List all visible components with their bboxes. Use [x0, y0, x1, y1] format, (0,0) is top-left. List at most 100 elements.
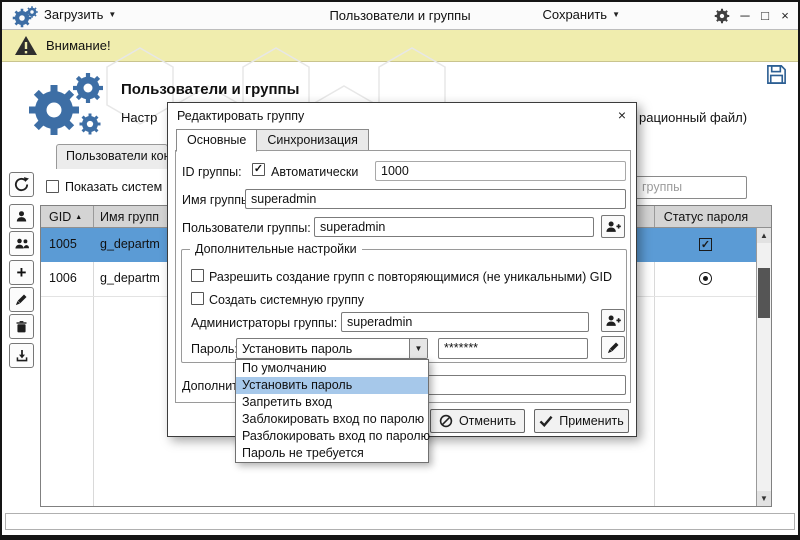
page-title: Пользователи и группы: [121, 81, 299, 98]
search-group-placeholder-fragment: группы: [642, 180, 682, 194]
dropdown-item[interactable]: Пароль не требуется: [236, 445, 428, 462]
import-button[interactable]: [9, 343, 34, 368]
import-download-icon: [14, 348, 30, 364]
password-input[interactable]: *******: [438, 338, 588, 359]
minimize-button[interactable]: ─: [736, 8, 754, 23]
dropdown-item-selected[interactable]: Установить пароль: [236, 377, 428, 394]
pencil-icon: [606, 340, 621, 355]
check-icon: ✓: [701, 238, 710, 251]
tab-general[interactable]: Основные: [176, 129, 257, 152]
column-header-password-status[interactable]: Статус пароля: [655, 210, 757, 224]
group-admins-input[interactable]: superadmin: [341, 312, 589, 332]
show-system-label: Показать систем: [65, 180, 162, 194]
tab-users-config[interactable]: Пользователи кон: [56, 144, 168, 169]
password-label: Пароль:: [191, 342, 238, 356]
password-mode-value: Установить пароль: [242, 342, 352, 356]
warning-label: Внимание!: [46, 38, 111, 53]
tab-general-label: Основные: [187, 133, 246, 147]
show-system-checkbox[interactable]: [46, 180, 59, 193]
trash-icon: [14, 319, 29, 335]
group-users-input[interactable]: superadmin: [314, 217, 594, 237]
add-users-button[interactable]: [601, 215, 625, 238]
app-window: Загрузить ▼ Пользователи и группы Сохран…: [0, 0, 800, 540]
group-users-icon: [13, 236, 31, 251]
groups-button[interactable]: [9, 231, 34, 256]
allow-duplicate-gid-checkbox[interactable]: [191, 269, 204, 282]
cancel-button-label: Отменить: [459, 414, 516, 428]
scrollbar-thumb[interactable]: [758, 268, 770, 318]
refresh-button[interactable]: [9, 172, 34, 197]
title-bar: Загрузить ▼ Пользователи и группы Сохран…: [2, 2, 798, 30]
column-header-gid[interactable]: GID ▲: [49, 210, 82, 224]
tab-sync[interactable]: Синхронизация: [256, 129, 369, 151]
cell-group-name: g_departm: [100, 271, 160, 285]
edit-password-button[interactable]: [601, 336, 625, 359]
cell-group-name: g_departm: [100, 237, 160, 251]
save-file-icon[interactable]: [765, 63, 788, 86]
group-name-label: Имя группы:: [182, 193, 253, 207]
additional-label-fragment: Дополнит: [182, 379, 238, 393]
page-subtitle-fragment-right: рационный файл): [639, 110, 747, 125]
user-button[interactable]: [9, 204, 34, 229]
dropdown-item[interactable]: По умолчанию: [236, 360, 428, 377]
dialog-tabs: Основные Синхронизация: [176, 129, 368, 152]
user-icon: [14, 209, 29, 224]
settings-gear-icon[interactable]: [714, 8, 730, 24]
cell-gid: 1005: [49, 237, 77, 251]
save-menu-label: Сохранить: [542, 7, 607, 22]
dialog-title-bar: Редактировать группу ×: [168, 103, 636, 129]
maximize-button[interactable]: □: [756, 8, 774, 23]
scroll-up-arrow[interactable]: ▲: [757, 228, 771, 243]
group-name-input[interactable]: superadmin: [245, 189, 626, 209]
apply-button-label: Применить: [559, 414, 624, 428]
page-subtitle-fragment-left: Настр: [121, 110, 157, 125]
password-mode-dropdown: По умолчанию Установить пароль Запретить…: [235, 359, 429, 463]
sort-ascending-icon: ▲: [75, 214, 82, 221]
auto-id-checkbox[interactable]: ✓: [252, 163, 265, 176]
dialog-title: Редактировать группу: [177, 109, 304, 123]
create-system-group-label: Создать системную группу: [209, 293, 364, 307]
cell-gid: 1006: [49, 271, 77, 285]
window-title: Пользователи и группы: [2, 8, 798, 23]
user-add-icon: [604, 313, 622, 328]
scroll-down-arrow[interactable]: ▼: [757, 491, 771, 506]
pencil-icon: [14, 292, 29, 307]
status-bar: [5, 513, 795, 530]
group-id-label: ID группы:: [182, 165, 242, 179]
save-menu-button[interactable]: Сохранить ▼: [542, 7, 620, 22]
dropdown-item[interactable]: Запретить вход: [236, 394, 428, 411]
group-admins-label: Администраторы группы:: [191, 316, 337, 330]
auto-id-label: Автоматически: [271, 165, 358, 179]
delete-group-button[interactable]: [9, 314, 34, 339]
refresh-icon: [13, 176, 30, 193]
scroll-down-icon: ▼: [760, 494, 768, 503]
additional-settings-title: Дополнительные настройки: [190, 242, 362, 256]
apply-button[interactable]: Применить: [534, 409, 629, 433]
add-group-button[interactable]: +: [9, 260, 34, 285]
column-header-password-status-label: Статус пароля: [664, 210, 748, 224]
password-mode-select[interactable]: Установить пароль ▼: [236, 338, 428, 359]
column-header-gid-label: GID: [49, 210, 71, 224]
warning-triangle-icon: [14, 35, 38, 56]
combo-dropdown-arrow-icon[interactable]: ▼: [409, 339, 427, 358]
group-id-input[interactable]: 1000: [375, 161, 626, 181]
user-add-icon: [604, 219, 622, 234]
password-status-checkbox-checked-icon: ✓: [699, 238, 712, 251]
column-header-name[interactable]: Имя групп: [100, 210, 159, 224]
apply-check-icon: [539, 415, 553, 427]
edit-group-button[interactable]: [9, 287, 34, 312]
dropdown-item[interactable]: Разблокировать вход по паролю: [236, 428, 428, 445]
group-users-label: Пользователи группы:: [182, 221, 311, 235]
column-header-name-label: Имя групп: [100, 210, 159, 224]
cancel-button[interactable]: Отменить: [430, 409, 525, 433]
close-button[interactable]: ×: [776, 8, 794, 23]
tab-users-config-label: Пользователи кон: [66, 149, 168, 163]
add-admins-button[interactable]: [601, 309, 625, 332]
dialog-close-button[interactable]: ×: [614, 107, 630, 123]
dropdown-item[interactable]: Заблокировать вход по паролю: [236, 411, 428, 428]
vertical-scrollbar[interactable]: ▲ ▼: [756, 228, 771, 506]
allow-duplicate-gid-label: Разрешить создание групп с повторяющимис…: [209, 270, 612, 284]
plus-icon: +: [17, 265, 27, 280]
create-system-group-checkbox[interactable]: [191, 292, 204, 305]
check-icon: ✓: [254, 163, 263, 175]
